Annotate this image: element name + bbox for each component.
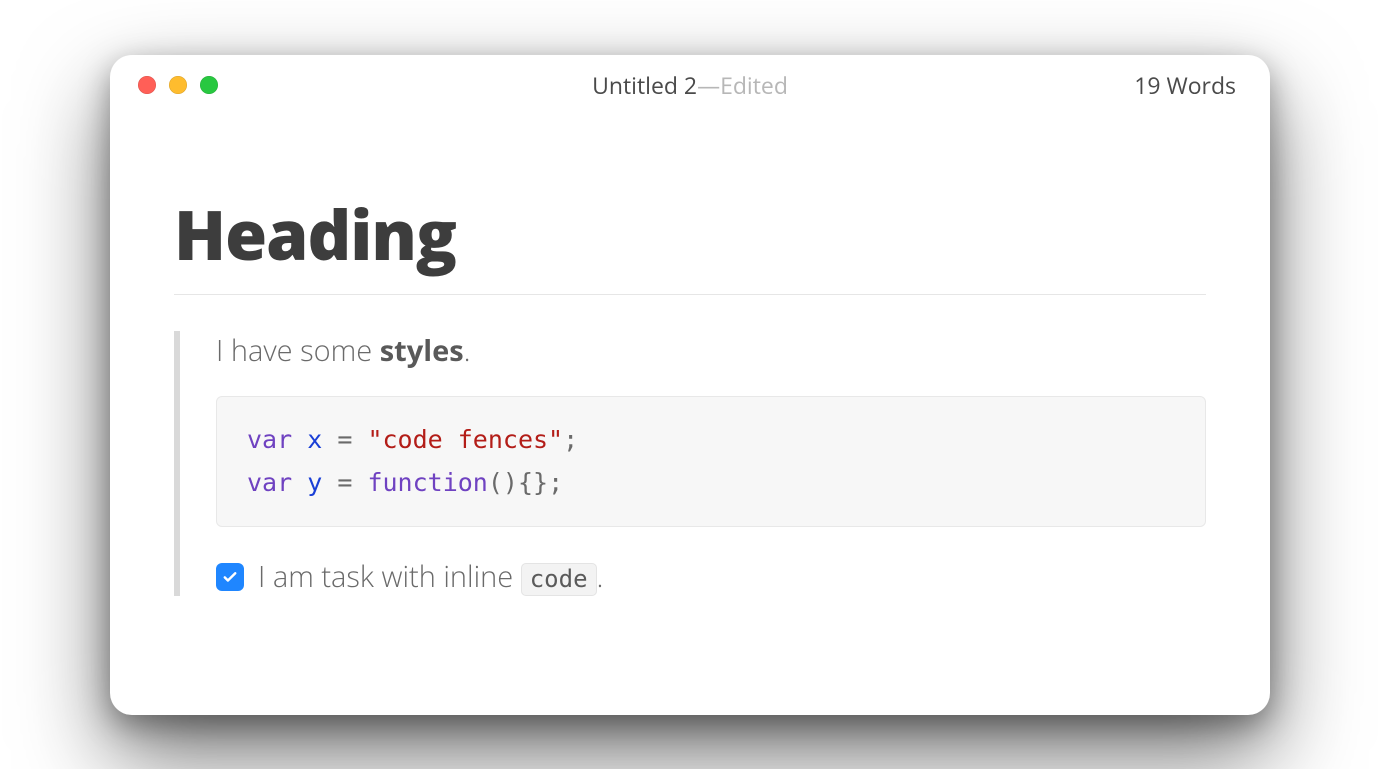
document-name: Untitled 2 bbox=[592, 69, 697, 101]
checkmark-icon bbox=[221, 568, 239, 586]
word-count-label: 19 Words bbox=[1134, 69, 1236, 101]
code-line: var y = function(){}; bbox=[247, 462, 1175, 505]
paragraph-bold: styles bbox=[380, 331, 464, 370]
code-var-name: x bbox=[307, 425, 322, 454]
window-title: Untitled 2 — Edited bbox=[110, 55, 1270, 115]
title-separator: — bbox=[697, 69, 720, 101]
traffic-lights bbox=[138, 76, 218, 94]
task-item[interactable]: I am task with inline code. bbox=[216, 557, 1206, 596]
code-block[interactable]: var x = "code fences"; var y = function(… bbox=[216, 396, 1206, 527]
code-operator: = bbox=[322, 425, 367, 454]
document-status: Edited bbox=[720, 69, 788, 101]
task-text-suffix: . bbox=[597, 557, 604, 596]
inline-code: code bbox=[521, 563, 597, 596]
code-string: "code fences" bbox=[367, 425, 563, 454]
task-text-prefix: I am task with inline bbox=[258, 557, 521, 596]
minimize-icon[interactable] bbox=[169, 76, 187, 94]
titlebar[interactable]: Untitled 2 — Edited 19 Words bbox=[110, 55, 1270, 115]
code-var-name: y bbox=[307, 468, 322, 497]
paragraph-text-suffix: . bbox=[464, 331, 471, 370]
task-checkbox[interactable] bbox=[216, 563, 244, 591]
paragraph[interactable]: I have some styles. bbox=[216, 331, 1206, 370]
code-keyword: var bbox=[247, 425, 292, 454]
code-operator: = bbox=[322, 468, 367, 497]
task-text: I am task with inline code. bbox=[258, 557, 603, 596]
word-count: 19 Words bbox=[1134, 55, 1236, 115]
code-punct: (){}; bbox=[488, 468, 563, 497]
blockquote: I have some styles. var x = "code fences… bbox=[174, 331, 1206, 596]
code-punct: ; bbox=[563, 425, 578, 454]
editor-content[interactable]: Heading I have some styles. var x = "cod… bbox=[110, 115, 1270, 596]
document-heading[interactable]: Heading bbox=[174, 187, 1206, 295]
app-window: Untitled 2 — Edited 19 Words Heading I h… bbox=[110, 55, 1270, 715]
code-keyword: var bbox=[247, 468, 292, 497]
paragraph-text-prefix: I have some bbox=[216, 331, 380, 370]
zoom-icon[interactable] bbox=[200, 76, 218, 94]
code-function-keyword: function bbox=[367, 468, 487, 497]
code-line: var x = "code fences"; bbox=[247, 419, 1175, 462]
close-icon[interactable] bbox=[138, 76, 156, 94]
